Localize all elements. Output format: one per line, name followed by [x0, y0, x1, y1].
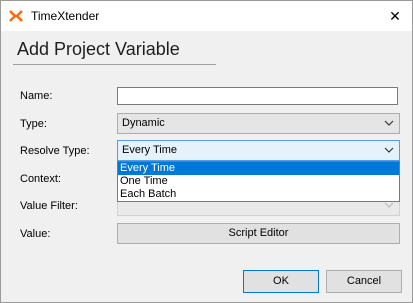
resolve-type-option-one-time[interactable]: One Time [118, 175, 399, 188]
ok-button[interactable]: OK [243, 270, 319, 293]
dialog-window: TimeXtender ✕ Add Project Variable Name:… [0, 0, 413, 303]
name-input[interactable] [117, 87, 398, 105]
close-icon: ✕ [389, 8, 401, 24]
type-select-value: Dynamic [122, 117, 165, 129]
name-label: Name: [20, 90, 53, 102]
cancel-button[interactable]: Cancel [326, 270, 402, 293]
resolve-type-select-value: Every Time [122, 144, 178, 156]
heading-divider [13, 64, 216, 65]
chevron-down-icon [384, 147, 394, 153]
resolve-type-label: Resolve Type: [20, 145, 90, 157]
value-label: Value: [20, 228, 51, 240]
context-label: Context: [20, 173, 61, 185]
title-bar: TimeXtender ✕ [1, 1, 412, 31]
timextender-logo-icon [9, 10, 23, 22]
chevron-down-icon [384, 120, 394, 126]
window-title: TimeXtender [31, 9, 100, 23]
resolve-type-dropdown-list: Every Time One Time Each Batch [117, 161, 400, 202]
type-select[interactable]: Dynamic [117, 113, 400, 134]
resolve-type-option-each-batch[interactable]: Each Batch [118, 188, 399, 201]
resolve-type-select[interactable]: Every Time [117, 140, 400, 161]
type-label: Type: [20, 118, 47, 130]
dialog-heading: Add Project Variable [17, 39, 180, 59]
value-filter-label: Value Filter: [20, 200, 78, 212]
close-button[interactable]: ✕ [378, 1, 412, 31]
script-editor-button[interactable]: Script Editor [117, 223, 400, 244]
resolve-type-option-every-time[interactable]: Every Time [118, 162, 399, 175]
